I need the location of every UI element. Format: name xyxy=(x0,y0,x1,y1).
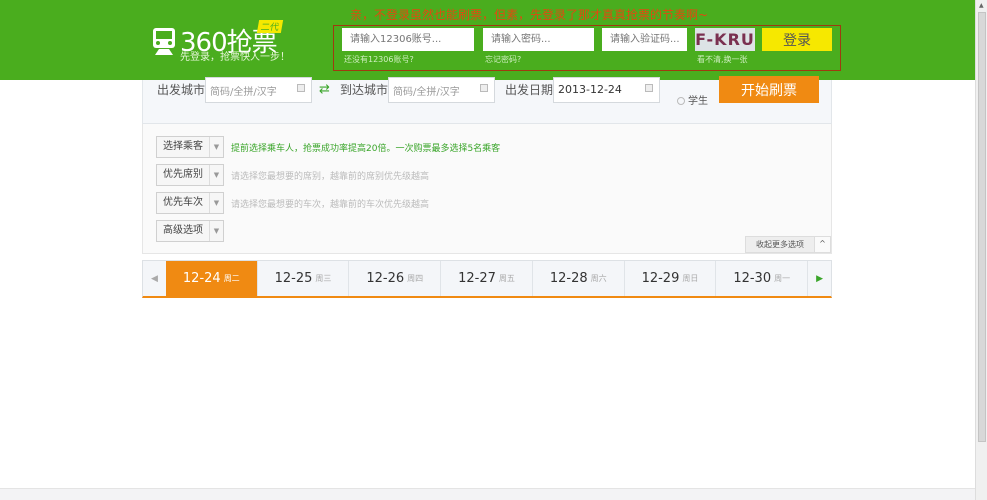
collapse-label: 收起更多选项 xyxy=(745,236,815,253)
forgot-password-link[interactable]: 忘记密码? xyxy=(485,54,521,65)
date-tab[interactable]: 12-24 周二 xyxy=(165,261,258,296)
chevron-down-icon: ▼ xyxy=(209,165,223,185)
scroll-up-icon[interactable]: ▲ xyxy=(979,2,984,9)
dropdown-icon[interactable] xyxy=(480,84,488,92)
radio-icon[interactable] xyxy=(677,97,685,105)
from-city-input[interactable]: 简码/全拼/汉字 xyxy=(205,77,312,103)
chevron-up-icon: ^ xyxy=(815,236,831,253)
date-tab[interactable]: 12-28 周六 xyxy=(533,261,625,296)
weekday: 周五 xyxy=(498,274,515,283)
date-tab[interactable]: 12-26 周四 xyxy=(349,261,442,296)
slogan: 先登录，抢票快人一步！ xyxy=(180,52,290,63)
version-badge: 二代 xyxy=(256,20,284,33)
weekday: 周日 xyxy=(682,274,699,283)
start-button[interactable]: 开始刷票 xyxy=(719,76,819,103)
chevron-down-icon: ▼ xyxy=(209,193,223,213)
options-panel: 选择乘客 ▼ 提前选择乘车人，抢票成功率提高20倍。一次购票最多选择5名乘客 优先… xyxy=(142,124,832,254)
option-row: 选择乘客 ▼ 提前选择乘车人，抢票成功率提高20倍。一次购票最多选择5名乘客 xyxy=(156,136,500,158)
train-icon xyxy=(153,28,175,55)
weekday: 周三 xyxy=(315,274,332,283)
to-label: 到达城市 xyxy=(340,83,389,97)
calendar-icon[interactable] xyxy=(645,84,653,92)
date: 12-24 xyxy=(182,271,221,286)
date-tab[interactable]: 12-30 周一 xyxy=(716,261,809,296)
option-hint: 请选择您最想要的席别，越靠前的席别优先级越高 xyxy=(231,171,430,182)
header: 360抢票 先登录，抢票快人一步！ 二代 亲，不登录虽然也能刷票，但素，先登录了… xyxy=(0,0,975,80)
refresh-captcha-link[interactable]: 看不清,换一张 xyxy=(697,54,748,65)
option-row: 优先车次 ▼ 请选择您最想要的车次，越靠前的车次优先级越高 xyxy=(156,192,429,214)
option-label: 高级选项 xyxy=(163,225,203,236)
select-passenger[interactable]: 选择乘客 ▼ xyxy=(156,136,224,158)
date: 12-28 xyxy=(549,271,588,286)
to-city-input[interactable]: 简码/全拼/汉字 xyxy=(388,77,495,103)
date-input[interactable]: 2013-12-24 xyxy=(553,77,660,103)
password-input[interactable] xyxy=(483,28,594,51)
date: 12-26 xyxy=(366,271,405,286)
chevron-down-icon: ▼ xyxy=(209,137,223,157)
student-radio[interactable]: 学生 xyxy=(677,92,708,107)
captcha-input[interactable] xyxy=(602,28,687,51)
option-label: 优先席别 xyxy=(163,169,203,180)
login-form: F-KRU 登录 还没有12306账号? 忘记密码? 看不清,换一张 xyxy=(333,25,841,71)
captcha-image[interactable]: F-KRU xyxy=(695,28,755,51)
option-row: 高级选项 ▼ xyxy=(156,220,224,242)
collapse-options-button[interactable]: 收起更多选项 ^ xyxy=(745,236,831,253)
register-link[interactable]: 还没有12306账号? xyxy=(344,54,414,65)
account-input[interactable] xyxy=(342,28,474,51)
date-value: 2013-12-24 xyxy=(558,83,622,96)
bottom-bar xyxy=(0,488,975,500)
prev-arrow-icon[interactable]: ◀ xyxy=(143,261,166,296)
login-button[interactable]: 登录 xyxy=(762,28,832,51)
dropdown-icon[interactable] xyxy=(297,84,305,92)
student-label: 学生 xyxy=(688,96,708,107)
option-hint: 提前选择乘车人，抢票成功率提高20倍。一次购票最多选择5名乘客 xyxy=(231,143,501,154)
option-label: 选择乘客 xyxy=(163,141,203,152)
option-label: 优先车次 xyxy=(163,197,203,208)
date-tab[interactable]: 12-25 周三 xyxy=(258,261,350,296)
to-placeholder: 简码/全拼/汉字 xyxy=(393,87,460,98)
chevron-down-icon: ▼ xyxy=(209,221,223,241)
weekday: 周六 xyxy=(590,274,607,283)
search-bar: 出发城市 简码/全拼/汉字 ⇄ 到达城市 简码/全拼/汉字 出发日期 2013-… xyxy=(142,76,832,124)
weekday: 周四 xyxy=(407,274,424,283)
scrollbar-thumb[interactable] xyxy=(978,12,986,442)
date-tab[interactable]: 12-27 周五 xyxy=(441,261,533,296)
weekday: 周二 xyxy=(223,274,240,283)
select-train[interactable]: 优先车次 ▼ xyxy=(156,192,224,214)
from-placeholder: 简码/全拼/汉字 xyxy=(210,87,277,98)
date: 12-25 xyxy=(274,271,313,286)
date-tab[interactable]: 12-29 周日 xyxy=(625,261,717,296)
login-tip: 亲，不登录虽然也能刷票，但素，先登录了那才真真抢票的节奏啊~ xyxy=(350,8,709,22)
swap-icon[interactable]: ⇄ xyxy=(319,82,330,97)
date-tabs: ◀ 12-24 周二 12-25 周三 12-26 周四 12-27 周五 12-28 周… xyxy=(142,260,832,298)
next-arrow-icon[interactable]: ▶ xyxy=(808,261,831,296)
weekday: 周一 xyxy=(774,274,791,283)
date: 12-30 xyxy=(733,271,772,286)
select-advanced[interactable]: 高级选项 ▼ xyxy=(156,220,224,242)
option-hint: 请选择您最想要的车次，越靠前的车次优先级越高 xyxy=(231,199,430,210)
date: 12-27 xyxy=(458,271,496,286)
scrollbar[interactable]: ▲ xyxy=(975,0,987,500)
date-label: 出发日期 xyxy=(505,83,554,97)
from-label: 出发城市 xyxy=(157,83,206,97)
select-seat-type[interactable]: 优先席别 ▼ xyxy=(156,164,224,186)
date: 12-29 xyxy=(641,271,680,286)
option-row: 优先席别 ▼ 请选择您最想要的席别，越靠前的席别优先级越高 xyxy=(156,164,429,186)
